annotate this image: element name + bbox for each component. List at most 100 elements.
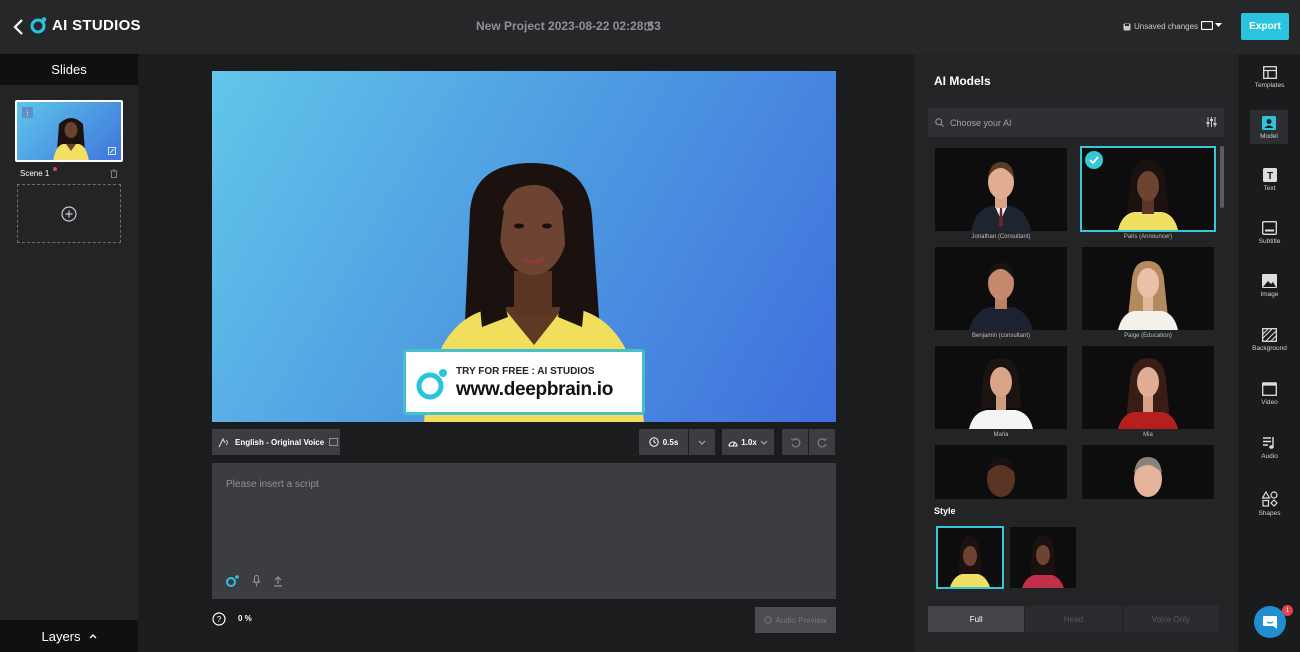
speed-dropdown[interactable]: 1.0x <box>722 429 774 455</box>
model-name: Jonathan (Consultant) <box>971 234 1031 240</box>
unsaved-text: Unsaved changes <box>1134 22 1199 31</box>
model-name: Maria <box>993 432 1009 438</box>
rail-subtitle[interactable]: Subtitle <box>1239 221 1300 245</box>
shapes-icon <box>1261 491 1278 507</box>
logo-icon <box>30 17 47 34</box>
rail-label: Shapes <box>1258 510 1281 517</box>
model-card[interactable] <box>1082 445 1214 499</box>
ai-models-panel: AI Models Jonathan (Consultant) Paris (A… <box>914 54 1238 652</box>
rail-templates[interactable]: Templates <box>1239 66 1300 89</box>
rail-label: Templates <box>1254 82 1285 89</box>
speed-gauge-icon <box>728 441 738 446</box>
rail-label: Text <box>1263 185 1276 192</box>
search-icon <box>935 118 944 127</box>
undo-button[interactable] <box>782 429 808 455</box>
add-slide-button[interactable] <box>17 184 121 243</box>
pause-button[interactable]: 0.5s <box>639 429 688 455</box>
rail-video[interactable]: Video <box>1239 382 1300 406</box>
top-bar: AI STUDIOS New Project 2023-08-22 02:28:… <box>0 0 1300 54</box>
audio-icon <box>1263 437 1274 449</box>
undo-icon <box>790 437 800 447</box>
model-photo <box>971 162 1031 231</box>
chevron-down-icon <box>698 440 706 445</box>
back-arrow-icon[interactable] <box>12 18 26 36</box>
slide-thumbnail[interactable]: ⋮ <box>15 100 123 162</box>
style-title: Style <box>934 506 956 516</box>
rail-text[interactable]: T Text <box>1239 168 1300 192</box>
banner-url: www.deepbrain.io <box>456 379 614 400</box>
templates-icon <box>1262 66 1277 79</box>
script-editor[interactable]: Please insert a script <box>212 463 836 599</box>
script-toolbar <box>226 575 283 587</box>
svg-text:?: ? <box>217 615 222 624</box>
model-card[interactable] <box>935 445 1067 499</box>
model-search-input[interactable] <box>950 117 1200 128</box>
edit-icon[interactable] <box>644 21 654 31</box>
model-search[interactable] <box>928 108 1224 137</box>
style-option-1[interactable] <box>936 526 1004 589</box>
voice-selector[interactable]: English - Original Voice <box>212 429 340 455</box>
rail-shapes[interactable]: Shapes <box>1239 491 1300 517</box>
voice-settings-icon[interactable] <box>329 438 339 446</box>
model-photo <box>987 457 1015 497</box>
layers-label: Layers <box>41 628 81 644</box>
project-title[interactable]: New Project 2023-08-22 02:28:53 <box>476 19 661 33</box>
model-view-segmented-control: Full Head Voice Only <box>928 606 1219 632</box>
add-icon <box>61 205 77 222</box>
help-icon[interactable]: ? <box>212 612 226 626</box>
model-card-paige[interactable] <box>1082 247 1214 330</box>
subtitle-icon <box>1262 221 1277 235</box>
rail-background[interactable]: Background <box>1239 328 1300 352</box>
clock-icon <box>649 437 659 447</box>
filter-icon[interactable] <box>1206 117 1217 127</box>
ai-assist-icon[interactable] <box>226 575 240 587</box>
model-card-mia[interactable] <box>1082 346 1214 429</box>
text-icon: T <box>1262 168 1277 182</box>
video-canvas[interactable]: TRY FOR FREE : AI STUDIOS www.deepbrain.… <box>212 71 836 422</box>
model-card-paris[interactable] <box>1080 146 1216 232</box>
notification-badge: 1 <box>1282 605 1293 616</box>
progress-percent: 0 % <box>238 614 252 623</box>
rail-image[interactable]: Image <box>1239 274 1300 298</box>
screen-ratio-icon <box>1201 21 1213 30</box>
chat-icon <box>1263 615 1277 629</box>
style-option-2[interactable] <box>1010 527 1076 588</box>
slides-panel: Slides ⋮ Scene 1 <box>0 54 138 652</box>
slide-expand-icon[interactable] <box>108 147 116 155</box>
rail-audio[interactable]: Audio <box>1239 436 1300 460</box>
upload-icon[interactable] <box>273 575 283 587</box>
aspect-ratio-dropdown[interactable] <box>1201 21 1222 30</box>
unsaved-dot <box>53 167 57 171</box>
export-button[interactable]: Export <box>1241 13 1289 40</box>
audio-preview-label: Audio Preview <box>775 615 827 625</box>
model-name: Benjamin (consultant) <box>971 333 1031 339</box>
models-scrollbar[interactable] <box>1220 146 1224 208</box>
audio-preview-button[interactable]: Audio Preview <box>755 607 836 633</box>
thumbnail-avatar <box>53 118 89 160</box>
selected-check-icon <box>1085 151 1103 169</box>
rail-model[interactable]: Model <box>1250 110 1288 144</box>
slide-menu-icon[interactable]: ⋮ <box>22 107 33 118</box>
background-icon <box>1262 328 1277 342</box>
trash-icon[interactable] <box>110 169 118 178</box>
segment-voice-only[interactable]: Voice Only <box>1121 606 1219 632</box>
pause-dropdown[interactable] <box>689 429 715 455</box>
banner-tagline: TRY FOR FREE : AI STUDIOS <box>456 366 595 377</box>
svg-text:T: T <box>1266 171 1272 182</box>
model-card-benjamin[interactable] <box>935 247 1067 330</box>
rail-label: Subtitle <box>1258 238 1281 245</box>
promo-banner[interactable]: TRY FOR FREE : AI STUDIOS www.deepbrain.… <box>403 349 645 415</box>
redo-icon <box>817 437 827 447</box>
segment-head[interactable]: Head <box>1024 606 1122 632</box>
model-photo <box>1134 457 1162 497</box>
rail-label: Image <box>1260 291 1279 298</box>
layers-toggle[interactable]: Layers <box>0 620 138 652</box>
segment-full[interactable]: Full <box>928 606 1025 632</box>
model-photo <box>969 263 1033 330</box>
microphone-icon[interactable] <box>252 575 261 587</box>
model-card-jonathan[interactable] <box>935 148 1067 231</box>
models-title: AI Models <box>934 74 991 88</box>
redo-button[interactable] <box>809 429 835 455</box>
model-card-maria[interactable] <box>935 346 1067 429</box>
app-logo: AI STUDIOS <box>30 16 141 34</box>
